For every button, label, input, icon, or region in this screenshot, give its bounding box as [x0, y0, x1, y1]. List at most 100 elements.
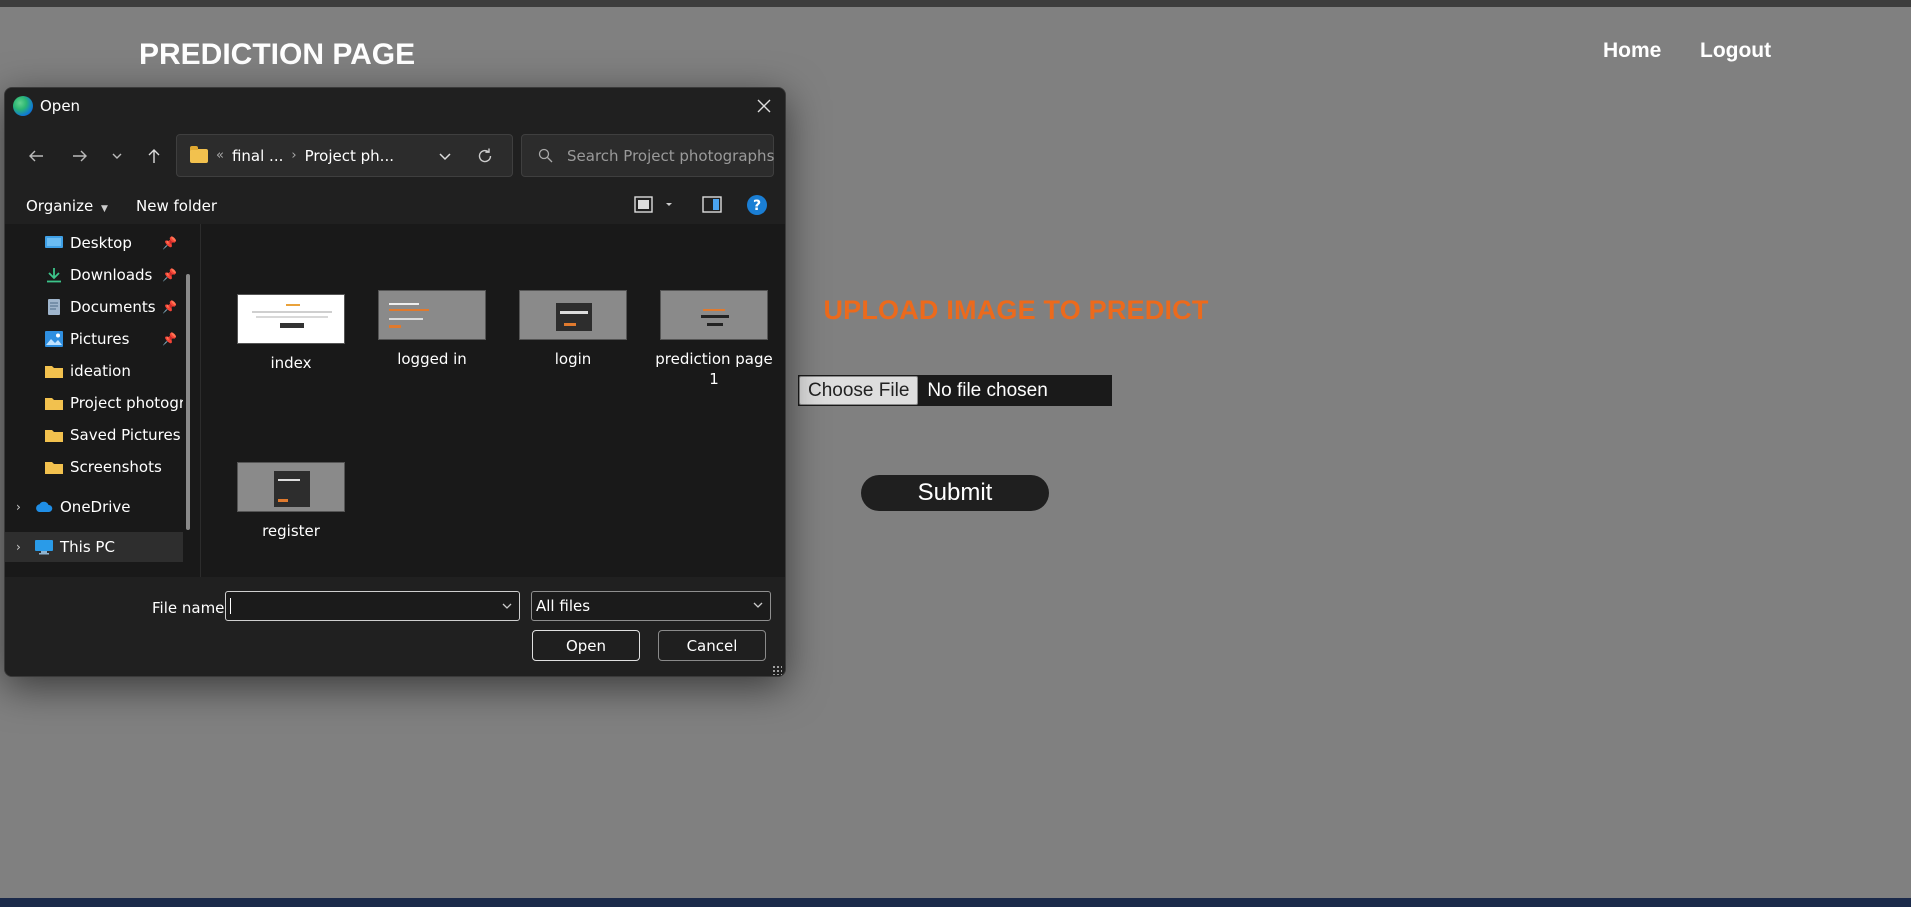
file-item-login[interactable]: login [508, 290, 638, 369]
back-arrow-icon[interactable] [22, 142, 50, 170]
file-name: prediction page 1 [655, 350, 773, 388]
sidebar-item-label: Project photographs [70, 394, 183, 412]
computer-icon [35, 540, 53, 555]
sidebar-item-label: This PC [60, 538, 115, 556]
file-name-input[interactable] [225, 591, 520, 621]
cloud-icon [36, 501, 53, 512]
chevron-down-icon[interactable] [501, 597, 513, 616]
folder-icon [45, 430, 63, 442]
chevron-right-icon[interactable]: › [16, 500, 21, 514]
dialog-titlebar[interactable]: Open [5, 88, 785, 124]
cancel-button[interactable]: Cancel [658, 630, 766, 661]
sidebar-item-downloads[interactable]: Downloads 📌 [5, 260, 183, 290]
sidebar-item-onedrive[interactable]: › OneDrive [5, 492, 183, 522]
dialog-body: Desktop 📌 Downloads 📌 Documents 📌 Pictur… [5, 224, 785, 577]
search-box[interactable]: Search Project photographs [521, 134, 774, 177]
help-icon[interactable]: ? [746, 194, 768, 220]
file-input[interactable]: Choose File No file chosen [798, 375, 1112, 406]
address-dropdown-icon[interactable] [434, 145, 456, 167]
pictures-icon [45, 331, 63, 347]
file-item-prediction-page-1[interactable]: prediction page 1 [649, 290, 779, 389]
file-item-index[interactable]: index [226, 294, 356, 373]
sidebar-item-label: Pictures [70, 330, 130, 348]
file-name: index [270, 354, 312, 372]
sidebar-item-screenshots[interactable]: Screenshots [5, 452, 183, 482]
dialog-title: Open [40, 97, 81, 115]
file-thumbnail [660, 290, 768, 340]
sidebar-item-label: Documents [70, 298, 156, 316]
organize-menu[interactable]: Organize ▼ [26, 197, 108, 215]
file-thumbnail [237, 294, 345, 344]
file-thumbnail [378, 290, 486, 340]
choose-file-button[interactable]: Choose File [799, 376, 919, 405]
sidebar-item-label: Downloads [70, 266, 153, 284]
desktop-icon [45, 236, 63, 248]
pin-icon: 📌 [162, 300, 177, 314]
chevron-down-icon [752, 597, 764, 615]
folder-icon [45, 398, 63, 410]
refresh-icon[interactable] [472, 143, 498, 169]
sidebar-item-desktop[interactable]: Desktop 📌 [5, 228, 183, 258]
pin-icon: 📌 [162, 268, 177, 282]
chevron-right-icon: › [291, 148, 297, 163]
sidebar-item-this-pc[interactable]: › This PC [5, 532, 183, 562]
file-item-register[interactable]: register [226, 462, 356, 541]
sidebar-item-ideation[interactable]: ideation [5, 356, 183, 386]
text-caret [230, 598, 231, 614]
download-icon [47, 268, 61, 283]
dialog-toolbar: Organize ▼ New folder ? [5, 186, 785, 224]
nav-home-link[interactable]: Home [1603, 39, 1661, 63]
file-type-select[interactable]: All files [531, 591, 771, 621]
navigation-pane: Desktop 📌 Downloads 📌 Documents 📌 Pictur… [5, 224, 201, 577]
up-arrow-icon[interactable] [140, 142, 168, 170]
preview-pane-icon[interactable] [701, 194, 723, 220]
document-icon [48, 299, 60, 315]
file-name: login [554, 350, 592, 368]
taskbar-strip [0, 898, 1911, 907]
file-thumbnail [519, 290, 627, 340]
submit-button[interactable]: Submit [861, 475, 1049, 511]
open-button[interactable]: Open [532, 630, 640, 661]
caret-down-icon: ▼ [100, 204, 108, 214]
forward-arrow-icon[interactable] [66, 142, 94, 170]
file-name-label: File name: [152, 599, 230, 617]
svg-text:?: ? [753, 198, 761, 214]
pin-icon: 📌 [162, 236, 177, 250]
sidebar-item-label: ideation [70, 362, 131, 380]
resize-grip-icon[interactable] [772, 665, 782, 675]
nav-logout-link[interactable]: Logout [1700, 39, 1771, 63]
close-icon[interactable] [751, 93, 777, 119]
file-item-logged-in[interactable]: logged in [367, 290, 497, 369]
view-options-icon[interactable] [633, 194, 675, 220]
edge-icon [13, 96, 33, 116]
file-thumbnail [237, 462, 345, 512]
new-folder-button[interactable]: New folder [136, 197, 217, 215]
sidebar-item-label: Screenshots [70, 458, 162, 476]
page-title: PREDICTION PAGE [139, 38, 416, 71]
sidebar-item-label: OneDrive [60, 498, 131, 516]
window-top-strip [0, 0, 1911, 7]
recent-chevron-down-icon[interactable] [103, 142, 131, 170]
address-prefix: « [216, 148, 224, 163]
file-list: index logged in login prediction page 1 … [202, 224, 785, 577]
folder-icon [45, 462, 63, 474]
file-type-value: All files [536, 597, 591, 615]
sidebar-item-saved-pictures[interactable]: Saved Pictures [5, 420, 183, 450]
folder-icon [190, 145, 208, 163]
search-icon [538, 148, 553, 163]
sidebar-item-documents[interactable]: Documents 📌 [5, 292, 183, 322]
sidebar-item-label: Desktop [70, 234, 132, 252]
sidebar-item-project-photographs[interactable]: Project photographs [5, 388, 183, 418]
sidebar-item-label: Saved Pictures [70, 426, 181, 444]
sidebar-scrollbar[interactable] [186, 274, 190, 530]
address-bar[interactable]: « final ... › Project ph... [176, 134, 513, 177]
breadcrumb-final[interactable]: final ... [232, 147, 283, 165]
pin-icon: 📌 [162, 332, 177, 346]
organize-label: Organize [26, 197, 94, 215]
file-name: register [262, 522, 320, 540]
folder-icon [45, 366, 63, 378]
sidebar-item-pictures[interactable]: Pictures 📌 [5, 324, 183, 354]
dialog-footer: File name: All files Open Cancel [5, 577, 785, 676]
breadcrumb-project[interactable]: Project ph... [305, 147, 394, 165]
chevron-right-icon[interactable]: › [16, 540, 21, 554]
